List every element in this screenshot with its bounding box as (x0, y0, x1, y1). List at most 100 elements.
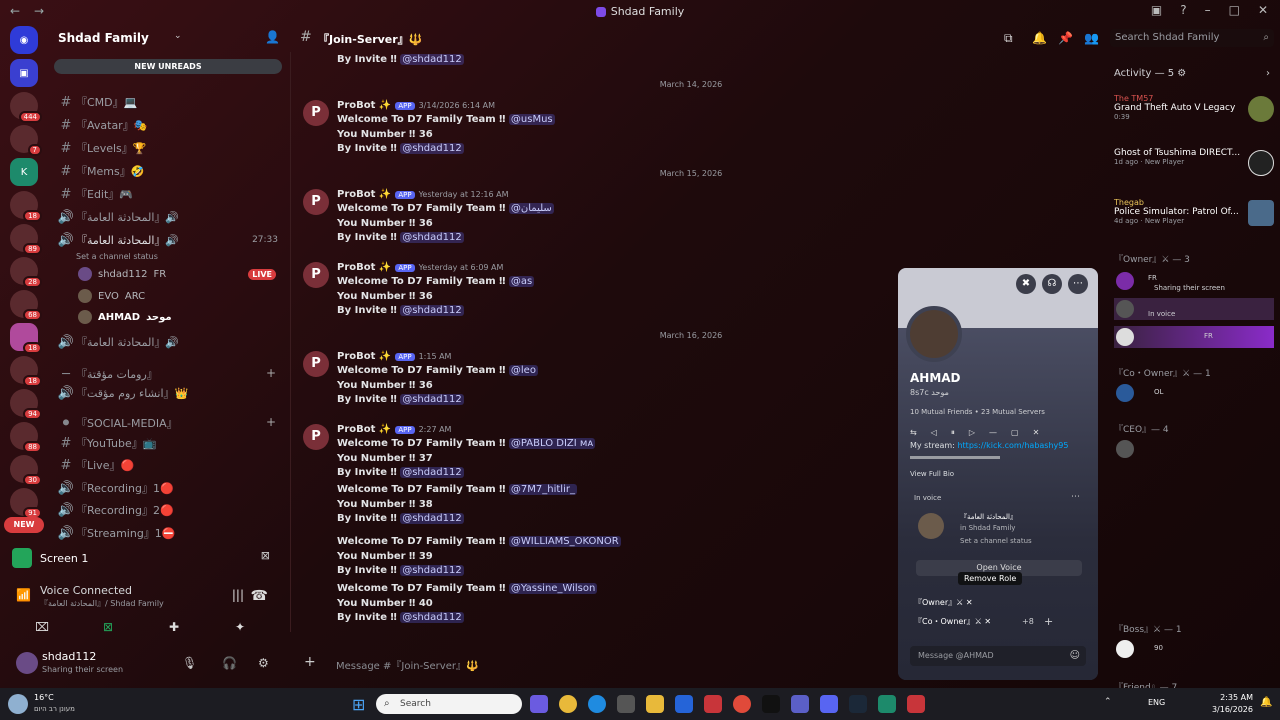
channel-item[interactable]: # 『YouTube』📺 (56, 433, 284, 453)
next-icon[interactable]: ▷ (969, 428, 975, 438)
chrome-icon[interactable] (559, 695, 577, 713)
mention[interactable]: @shdad112 (400, 565, 464, 576)
add-channel-icon[interactable]: + (266, 415, 276, 429)
voice-user[interactable]: EVO ARC (78, 286, 278, 306)
avatar[interactable]: P (303, 351, 329, 377)
mention[interactable]: @shdad112 (400, 467, 464, 478)
pause-icon[interactable]: ⏸ (951, 428, 955, 438)
notification-icon[interactable]: 🔔 (1260, 697, 1272, 708)
member-list-icon[interactable]: 👥 (1084, 31, 1099, 45)
mention[interactable]: @leo (508, 365, 538, 376)
pin-icon[interactable]: 📌 (1058, 31, 1073, 45)
mention[interactable]: @shdad112 (400, 394, 464, 405)
language-indicator[interactable]: ENG (1148, 698, 1165, 707)
server-icon[interactable]: 7 (10, 125, 42, 156)
settings-gear-icon[interactable]: ⚙ (258, 656, 269, 670)
mention[interactable]: @PABLO DIZI ᴍᴀ (508, 438, 596, 449)
close-button[interactable]: ✕ (1258, 3, 1268, 17)
previous-icon[interactable]: ◁ (931, 428, 937, 438)
chevron-right-icon[interactable]: › (1266, 68, 1270, 79)
more-options-icon[interactable]: ⋯ (1071, 492, 1080, 502)
mention[interactable]: @سليمان (508, 203, 554, 214)
minimize-icon[interactable]: — (989, 428, 997, 438)
server-icon[interactable]: 94 (10, 389, 42, 420)
voice-icon[interactable]: ☊ (1042, 274, 1062, 294)
activity-item[interactable]: Ghost of Tsushima DIRECT... 1d ago · New… (1114, 148, 1274, 176)
disconnect-icon[interactable]: ☎ (251, 588, 268, 604)
avatar[interactable] (16, 652, 38, 674)
app-icon[interactable] (907, 695, 925, 713)
server-name[interactable]: Shdad Family (58, 31, 149, 45)
add-role-icon[interactable]: + (1044, 615, 1053, 628)
app-icon[interactable] (704, 695, 722, 713)
voice-user[interactable]: AHMAD موحد (78, 307, 278, 327)
avatar[interactable]: P (303, 424, 329, 450)
more-options-icon[interactable]: ⋯ (1068, 274, 1088, 294)
search-icon[interactable]: ⌕ (1263, 29, 1269, 47)
server-icon[interactable]: 30 (10, 455, 42, 486)
avatar[interactable]: P (303, 100, 329, 126)
activities-button[interactable]: ✚ (146, 616, 202, 638)
activity-title[interactable]: Activity — 5 ⚙ (1114, 68, 1186, 79)
threads-icon[interactable]: ⧉ (1004, 31, 1013, 46)
app-icon[interactable] (878, 695, 896, 713)
view-full-bio-link[interactable]: View Full Bio (910, 470, 954, 478)
channel-item[interactable]: # 『Edit』🎮 (56, 184, 284, 204)
server-icon[interactable]: ▣ (10, 59, 38, 87)
add-channel-icon[interactable]: + (266, 366, 276, 380)
chevron-down-icon[interactable]: ⌄ (174, 31, 182, 41)
stream-link[interactable]: https://kick.com/habashy95 (957, 441, 1068, 450)
mention[interactable]: @as (508, 276, 535, 287)
author-name[interactable]: ProBot ✨ (337, 351, 391, 362)
avatar[interactable]: P (303, 262, 329, 288)
help-icon[interactable]: ? (1180, 3, 1186, 17)
steam-icon[interactable] (849, 695, 867, 713)
channel-item[interactable]: # 『Avatar』🎭 (56, 115, 284, 135)
member-item[interactable] (1114, 438, 1274, 460)
channel-item[interactable]: # 『Mems』🤣 (56, 161, 284, 181)
category-header[interactable]: ⚫ 『SOCIAL-MEDIA』 (56, 413, 284, 433)
mention[interactable]: @shdad112 (400, 612, 464, 623)
inbox-icon[interactable]: ▣ (1151, 3, 1162, 17)
edge-icon[interactable] (588, 695, 606, 713)
server-icon[interactable]: 18 (10, 323, 42, 354)
new-unreads-bar[interactable]: NEW UNREADS (54, 59, 282, 74)
mention[interactable]: @shdad112 (400, 54, 464, 65)
voice-channel-item[interactable]: 🔊 『المحادثة العامة』🔊 (56, 332, 284, 352)
server-icon[interactable]: 18 (10, 356, 42, 387)
server-icon[interactable]: 88 (10, 422, 42, 453)
mention[interactable]: @shdad112 (400, 143, 464, 154)
screen-share-panel[interactable]: Screen 1 ⊠ (12, 546, 274, 570)
mutual-info[interactable]: 10 Mutual Friends • 23 Mutual Servers (910, 408, 1045, 416)
server-icon[interactable]: 28 (10, 257, 42, 288)
copilot-icon[interactable] (530, 695, 548, 713)
voice-status[interactable]: Voice Connected (40, 584, 132, 597)
close-icon[interactable]: ⊠ (261, 549, 270, 562)
shuffle-icon[interactable]: ⇆ (910, 428, 917, 438)
voice-channel-item[interactable]: 🔊 『Recording』1🔴 (56, 478, 284, 498)
add-member-icon[interactable]: 👤 (265, 30, 280, 44)
minimize-button[interactable]: – (1205, 3, 1211, 17)
window-icon[interactable]: ▢ (1011, 428, 1019, 438)
microphone-icon[interactable]: 🎙 (182, 656, 197, 670)
channel-status[interactable]: Set a channel status (76, 246, 276, 266)
clock-time[interactable]: 2:35 AM (1205, 693, 1253, 702)
file-explorer-icon[interactable] (646, 695, 664, 713)
author-name[interactable]: ProBot ✨ (337, 424, 391, 435)
server-icon[interactable]: 91 (10, 488, 42, 519)
add-attachment-icon[interactable]: + (304, 654, 316, 670)
server-icon[interactable]: 89 (10, 224, 42, 255)
maximize-button[interactable]: □ (1229, 3, 1240, 17)
member-item[interactable]: FR (1114, 326, 1274, 348)
voice-channel-item[interactable]: 🔊 『Recording』2🔴 (56, 500, 284, 520)
channel-item[interactable]: # 『CMD』💻 (56, 92, 284, 112)
headphones-icon[interactable]: 🎧 (222, 656, 237, 670)
voice-channel-name[interactable]: 『المحادثة العامة』 (960, 512, 1017, 522)
activity-item[interactable]: Thegab Police Simulator: Patrol Of... 4d… (1114, 198, 1274, 226)
search-input[interactable]: Search Shdad Family ⌕ (1110, 29, 1274, 47)
bell-icon[interactable]: 🔔 (1032, 31, 1047, 45)
server-icon[interactable]: 18 (10, 191, 42, 222)
member-item[interactable]: FR Sharing their screen (1114, 270, 1274, 292)
avatar[interactable] (906, 306, 962, 362)
camera-off-button[interactable]: ⌧ (14, 616, 70, 638)
